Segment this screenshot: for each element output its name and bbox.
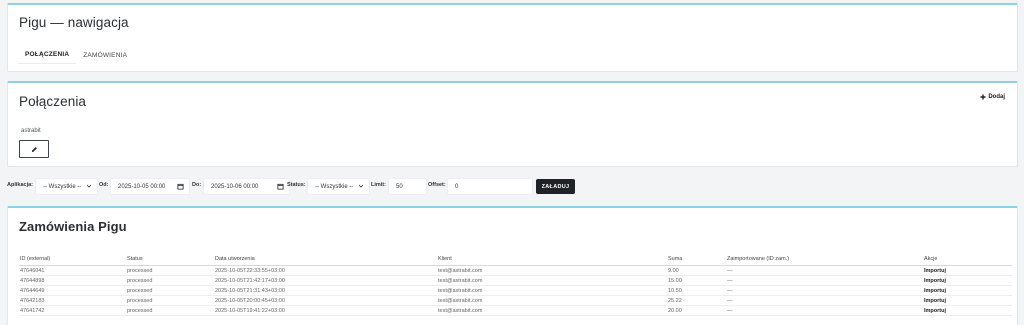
status-select-value: -- Wszystkie --: [315, 183, 354, 190]
order-sum: 15.00: [668, 278, 682, 284]
page-title: Pigu — nawigacja: [19, 15, 129, 30]
order-status: processed: [127, 308, 153, 314]
column-header-actions: Akcje: [924, 256, 938, 262]
to-label: Do:: [192, 182, 202, 188]
column-header-date: Data utworzenia: [215, 256, 255, 262]
app-filter-label: Aplikacja:: [7, 182, 33, 188]
order-sum: 9.00: [668, 268, 679, 274]
status-filter-label: Status:: [287, 182, 306, 188]
limit-label: Limit:: [371, 182, 386, 188]
nav-tabs: POŁĄCZENIA ZAMÓWIENIA: [18, 46, 134, 64]
connection-name: astrabit: [21, 128, 41, 134]
import-button[interactable]: Importuj: [924, 308, 946, 314]
tab-orders[interactable]: ZAMÓWIENIA: [76, 46, 134, 64]
import-button[interactable]: Importuj: [924, 298, 946, 304]
order-date: 2025-10-05T20:00:45+03:00: [215, 298, 285, 304]
pencil-icon: [31, 146, 37, 152]
column-header-id: ID (external): [20, 256, 51, 262]
order-id: 47641742: [20, 308, 45, 314]
order-client: test@astrabit.com: [438, 298, 483, 304]
plus-icon: [980, 94, 986, 100]
from-label: Od:: [99, 182, 109, 188]
table-row: 47642183 processed 2025-10-05T20:00:45+03:…: [19, 296, 1012, 306]
table-row: 47641742 processed 2025-10-05T19:41:22+03:…: [19, 306, 1012, 316]
import-button[interactable]: Importuj: [924, 268, 946, 274]
table-row: 47646041 processed 2025-10-05T22:33:55+03:…: [19, 266, 1012, 276]
order-date: 2025-10-05T19:41:22+03:00: [215, 308, 285, 314]
column-header-imported: Zaimportowane (ID zam.): [727, 256, 790, 262]
order-date: 2025-10-05T21:31:43+03:00: [215, 288, 285, 294]
load-button[interactable]: ZAŁADUJ: [536, 179, 575, 194]
column-header-status: Status: [127, 256, 143, 262]
order-status: processed: [127, 278, 153, 284]
connections-panel: Połączenia Dodaj astrabit: [7, 81, 1018, 167]
order-id: 47646041: [20, 268, 45, 274]
calendar-icon[interactable]: [177, 183, 184, 190]
import-button[interactable]: Importuj: [924, 278, 946, 284]
connection-card: astrabit: [19, 127, 49, 158]
order-id: 47644898: [20, 278, 45, 284]
order-status: processed: [127, 288, 153, 294]
import-button[interactable]: Importuj: [924, 288, 946, 294]
order-status: processed: [127, 298, 153, 304]
order-client: test@astrabit.com: [438, 288, 483, 294]
status-select[interactable]: -- Wszystkie --: [307, 178, 370, 195]
connections-title: Połączenia: [19, 94, 87, 109]
column-header-client: Klient: [438, 256, 452, 262]
chevron-down-icon: [358, 184, 364, 188]
app-select-value: -- Wszystkie --: [43, 183, 82, 190]
offset-label: Offset:: [428, 182, 446, 188]
navigation-panel: Pigu — nawigacja POŁĄCZENIA ZAMÓWIENIA: [7, 3, 1018, 72]
order-date: 2025-10-05T22:33:55+03:00: [215, 268, 285, 274]
add-connection-button[interactable]: Dodaj: [980, 94, 1005, 100]
tab-connections[interactable]: POŁĄCZENIA: [18, 46, 77, 64]
table-row: 47644898 processed 2025-10-05T21:42:17+03:…: [19, 276, 1012, 286]
order-status: processed: [127, 268, 153, 274]
app-select[interactable]: -- Wszystkie --: [35, 178, 98, 195]
offset-value: 0: [455, 183, 459, 190]
from-date-input[interactable]: 2025-10-05 00:00: [110, 178, 190, 195]
order-client: test@astrabit.com: [438, 268, 483, 274]
order-sum: 20.00: [668, 308, 682, 314]
order-imported: —: [727, 308, 733, 314]
order-imported: —: [727, 278, 733, 284]
offset-input[interactable]: 0: [447, 178, 533, 195]
chevron-down-icon: [86, 184, 92, 188]
order-sum: 10.50: [668, 288, 682, 294]
add-connection-label: Dodaj: [988, 94, 1005, 100]
order-client: test@astrabit.com: [438, 308, 483, 314]
edit-connection-button[interactable]: [19, 140, 49, 158]
orders-panel: Zamówienia Pigu ID (external) Status Dat…: [7, 206, 1018, 325]
filters-bar: Aplikacja: -- Wszystkie -- Od: 2025-10-0…: [7, 178, 1018, 195]
order-id: 47644649: [20, 288, 45, 294]
column-header-sum: Suma: [668, 256, 683, 262]
table-row: 47644649 processed 2025-10-05T21:31:43+03:…: [19, 286, 1012, 296]
order-id: 47642183: [20, 298, 45, 304]
to-date-input[interactable]: 2025-10-06 00:00: [203, 178, 290, 195]
order-sum: 25.22: [668, 298, 682, 304]
order-date: 2025-10-05T21:42:17+03:00: [215, 278, 285, 284]
to-date-value: 2025-10-06 00:00: [211, 183, 259, 190]
orders-title: Zamówienia Pigu: [19, 219, 127, 234]
limit-input[interactable]: 50: [388, 178, 427, 195]
order-client: test@astrabit.com: [438, 278, 483, 284]
from-date-value: 2025-10-05 00:00: [118, 183, 166, 190]
orders-table: ID (external) Status Data utworzenia Kli…: [19, 253, 1012, 316]
order-imported: —: [727, 288, 733, 294]
order-imported: —: [727, 268, 733, 274]
limit-value: 50: [396, 183, 403, 190]
table-header: ID (external) Status Data utworzenia Kli…: [19, 253, 1012, 266]
calendar-icon[interactable]: [277, 183, 284, 190]
order-imported: —: [727, 298, 733, 304]
